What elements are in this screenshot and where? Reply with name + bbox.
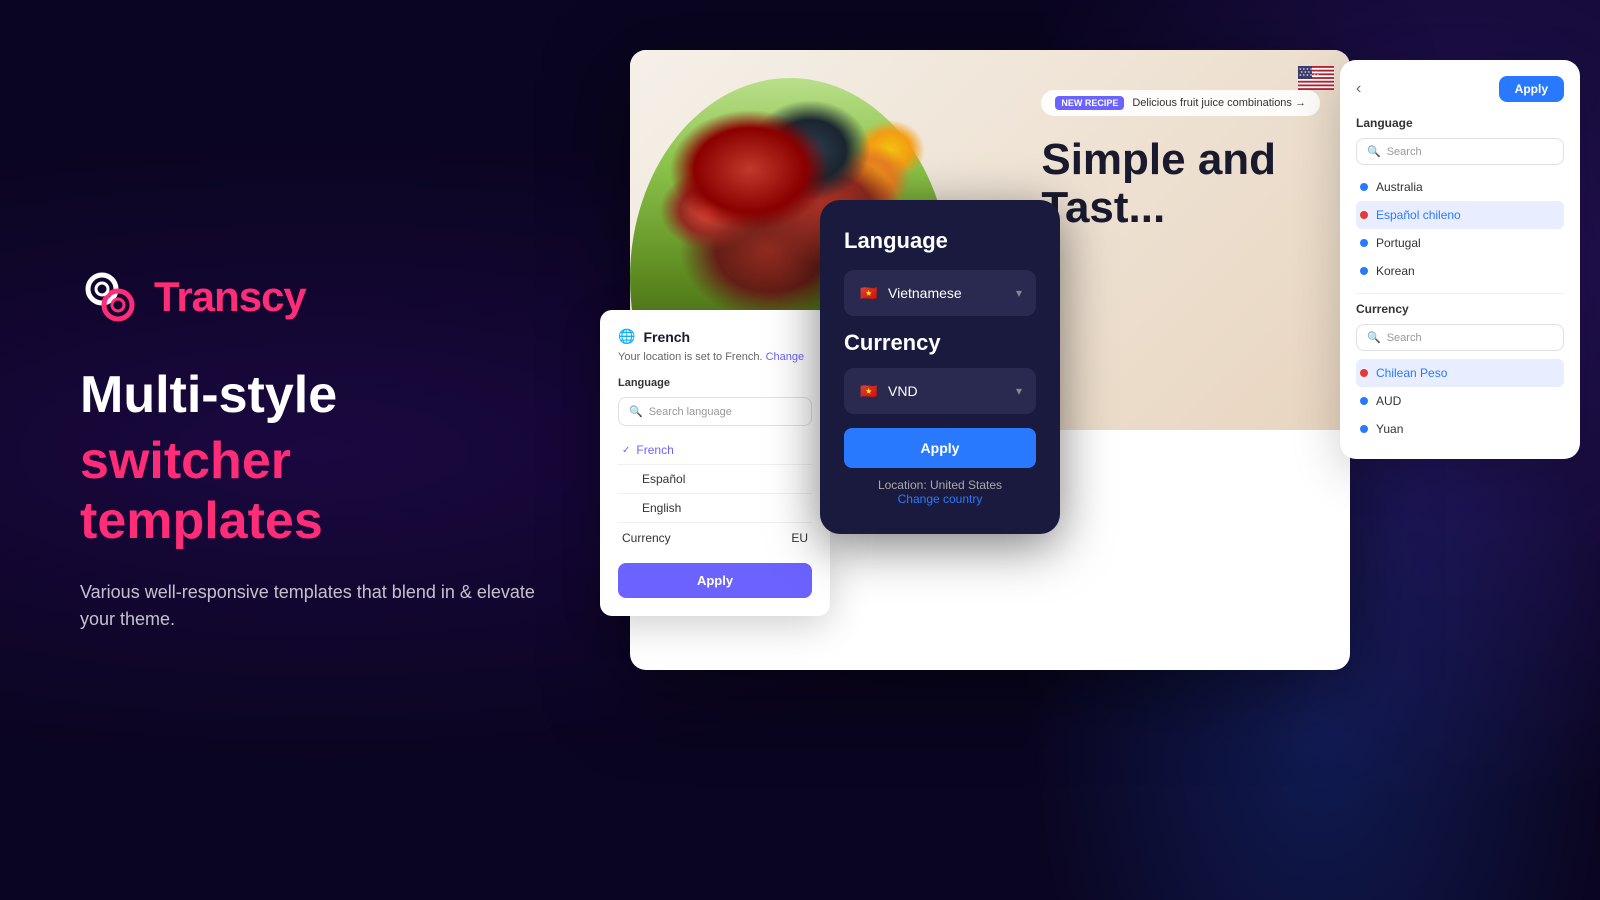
language-search-placeholder: Search xyxy=(1387,146,1422,158)
right-panel: NEW RECIPE Delicious fruit juice combina… xyxy=(600,0,1600,900)
logo-suffix: cy xyxy=(261,273,306,320)
dot-espanol-chileno xyxy=(1360,211,1368,219)
currency-list-search[interactable]: 🔍 Search xyxy=(1356,324,1564,351)
currency-dropdown-left: 🇻🇳 VND xyxy=(858,380,918,402)
badge-tag: NEW RECIPE xyxy=(1055,96,1124,110)
heading-line2: switcher templates xyxy=(80,432,540,552)
change-link[interactable]: Change xyxy=(766,351,805,363)
vn-flag-currency: 🇻🇳 xyxy=(858,380,880,402)
modal-list-header: ‹ Apply xyxy=(1356,76,1564,102)
apply-button-vnd[interactable]: Apply xyxy=(844,428,1036,468)
list-item-korean[interactable]: Korean xyxy=(1356,257,1564,285)
language-dropdown-left: 🇻🇳 Vietnamese xyxy=(858,282,962,304)
currency-value-vnd: VND xyxy=(888,383,918,399)
language-search[interactable]: 🔍 Search language xyxy=(618,397,812,426)
location-info: Your location is set to French. xyxy=(618,351,763,363)
subtext: Various well-responsive templates that b… xyxy=(80,579,540,633)
lang-espanol-chileno: Español chileno xyxy=(1376,208,1461,222)
lang-portugal: Portugal xyxy=(1376,236,1421,250)
list-item-australia[interactable]: Australia xyxy=(1356,173,1564,201)
dot-portugal xyxy=(1360,239,1368,247)
modal-french: 🌐 French Your location is set to French.… xyxy=(600,310,830,616)
vn-flag: 🇻🇳 xyxy=(858,282,880,304)
currency-label: Currency xyxy=(622,531,671,545)
language-list-search[interactable]: 🔍 Search xyxy=(1356,138,1564,165)
hero-content: NEW RECIPE Delicious fruit juice combina… xyxy=(1041,90,1320,233)
heading-line1: Multi-style xyxy=(80,367,540,424)
dot-aud xyxy=(1360,397,1368,405)
lang-option-english[interactable]: English xyxy=(618,494,812,523)
currency-yuan: Yuan xyxy=(1376,422,1403,436)
currency-chilean-peso: Chilean Peso xyxy=(1376,366,1447,380)
search-placeholder: Search language xyxy=(649,406,732,418)
lang-english-label: English xyxy=(642,501,681,515)
list-item-portugal[interactable]: Portugal xyxy=(1356,229,1564,257)
dot-yuan xyxy=(1360,425,1368,433)
dot-chilean-peso xyxy=(1360,369,1368,377)
currency-aud: AUD xyxy=(1376,394,1401,408)
lang-french-label: French xyxy=(636,443,673,457)
search-icon: 🔍 xyxy=(629,405,643,418)
language-label: Language xyxy=(618,377,812,389)
apply-button-french[interactable]: Apply xyxy=(618,563,812,598)
search-icon-currency: 🔍 xyxy=(1367,331,1381,344)
search-icon-list: 🔍 xyxy=(1367,145,1381,158)
globe-icon: 🌐 xyxy=(618,328,635,345)
location-text: Your location is set to French. Change xyxy=(618,351,812,363)
list-language-label: Language xyxy=(1356,116,1564,130)
lang-korean: Korean xyxy=(1376,264,1415,278)
list-item-aud[interactable]: AUD xyxy=(1356,387,1564,415)
currency-row: Currency EU xyxy=(618,523,812,553)
chevron-down-currency-icon: ▾ xyxy=(1016,384,1022,398)
change-country-link[interactable]: Change country xyxy=(844,492,1036,506)
back-button[interactable]: ‹ xyxy=(1356,80,1361,98)
hero-title: Simple and Tast... xyxy=(1041,136,1320,233)
currency-value: EU xyxy=(791,531,808,545)
list-item-espanol-chileno[interactable]: Español chileno xyxy=(1356,201,1564,229)
modal-vnd: Language 🇻🇳 Vietnamese ▾ Currency 🇻🇳 VND… xyxy=(820,200,1060,534)
dot-australia xyxy=(1360,183,1368,191)
location-info-vnd: Location: United States Change country xyxy=(844,478,1036,506)
modal-list: ‹ Apply Language 🔍 Search Australia Espa… xyxy=(1340,60,1580,459)
lang-option-french[interactable]: ✓ French xyxy=(618,436,812,465)
lang-espanol-label: Español xyxy=(642,472,685,486)
us-flag-icon[interactable]: ★ ★ ★ ★ ★ ★ ★ ★ ★ ★ ★ ★ ★ ★ ★ ★ ★ xyxy=(1298,66,1334,90)
modal-french-header: 🌐 French xyxy=(618,328,812,345)
vnd-currency-label: Currency xyxy=(844,330,1036,356)
language-value: Vietnamese xyxy=(888,285,962,301)
logo-icon xyxy=(80,267,140,327)
dot-korean xyxy=(1360,267,1368,275)
badge-text: Delicious fruit juice combinations → xyxy=(1132,97,1306,109)
vnd-language-label: Language xyxy=(844,228,1036,254)
currency-search-placeholder: Search xyxy=(1387,332,1422,344)
left-panel: Transcy Multi-style switcher templates V… xyxy=(0,207,600,694)
location-text-vnd: Location: United States xyxy=(844,478,1036,492)
svg-text:★ ★ ★ ★ ★ ★: ★ ★ ★ ★ ★ ★ xyxy=(1299,73,1320,77)
list-currency-label: Currency xyxy=(1356,302,1564,316)
list-item-yuan[interactable]: Yuan xyxy=(1356,415,1564,443)
logo-text: Transcy xyxy=(154,273,306,321)
currency-dropdown[interactable]: 🇻🇳 VND ▾ xyxy=(844,368,1036,414)
logo-prefix: Trans xyxy=(154,273,261,320)
check-icon: ✓ xyxy=(622,445,630,456)
hero-title-line1: Simple and xyxy=(1041,135,1276,184)
recipe-badge: NEW RECIPE Delicious fruit juice combina… xyxy=(1041,90,1320,116)
logo: Transcy xyxy=(80,267,540,327)
list-separator xyxy=(1356,293,1564,294)
apply-button-list[interactable]: Apply xyxy=(1499,76,1564,102)
language-dropdown[interactable]: 🇻🇳 Vietnamese ▾ xyxy=(844,270,1036,316)
chevron-down-icon: ▾ xyxy=(1016,286,1022,300)
modal-french-title: French xyxy=(643,329,690,345)
lang-option-espanol[interactable]: Español xyxy=(618,465,812,494)
list-item-chilean-peso[interactable]: Chilean Peso xyxy=(1356,359,1564,387)
lang-australia: Australia xyxy=(1376,180,1423,194)
